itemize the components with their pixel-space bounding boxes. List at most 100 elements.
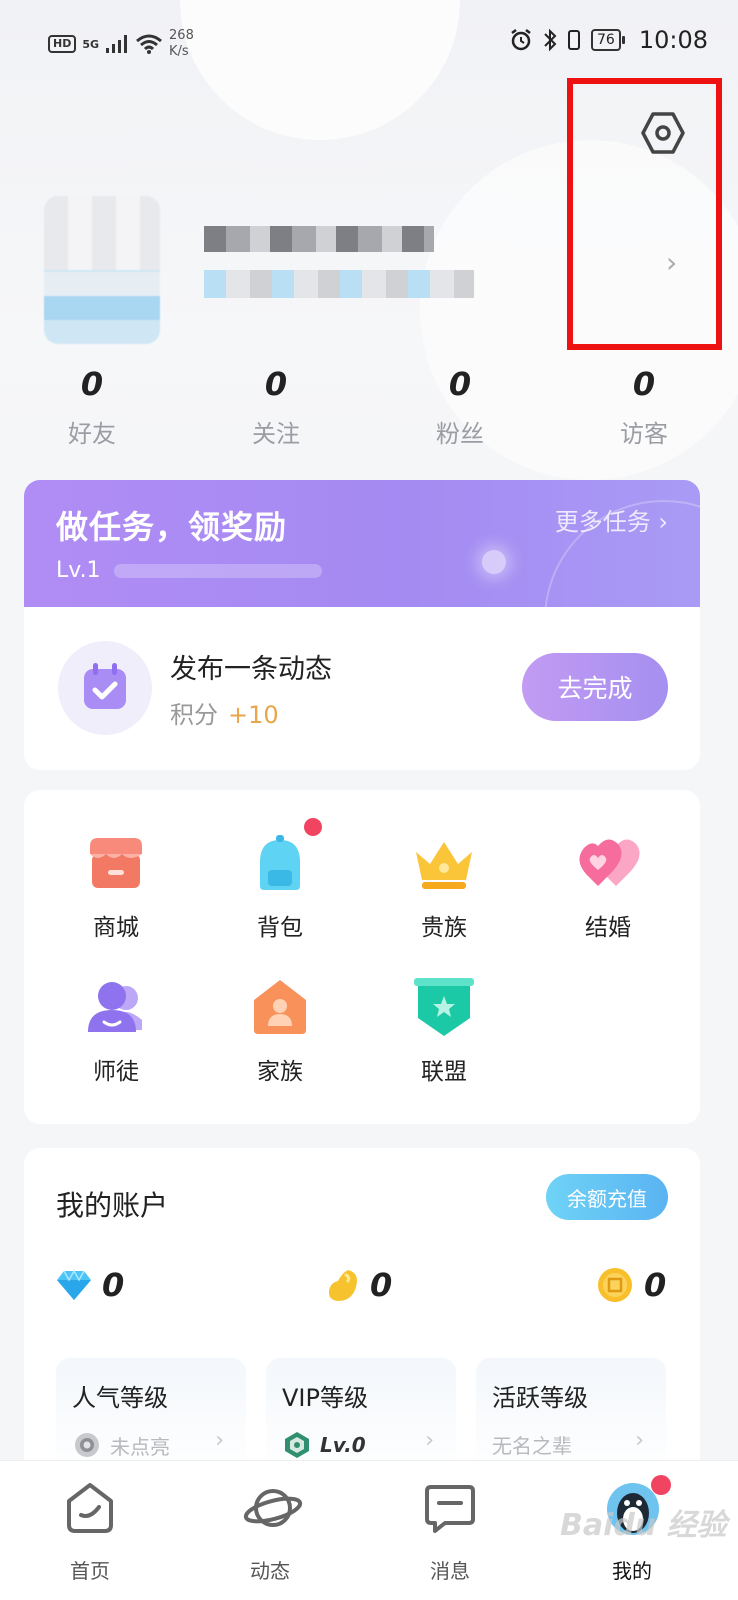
- diamond-count: 0: [102, 1266, 125, 1304]
- features-grid: 商城 背包 贵族 结婚 师徒 家族 联盟: [24, 790, 700, 1124]
- planet-icon: [243, 1489, 303, 1527]
- coin-balance[interactable]: 0: [596, 1266, 666, 1304]
- stat-value: 0: [448, 365, 472, 403]
- stat-visitors[interactable]: 0 访客: [552, 362, 736, 449]
- tab-home[interactable]: 首页: [30, 1481, 150, 1584]
- user-info-blurred[interactable]: [204, 270, 474, 298]
- points-value: +10: [228, 701, 279, 729]
- tab-label: 动态: [250, 1559, 290, 1583]
- task-points: 积分 +10: [170, 695, 279, 730]
- crown-icon: [416, 842, 472, 889]
- bean-balance[interactable]: 0: [326, 1266, 392, 1304]
- alliance-icon: [414, 978, 474, 1036]
- tab-label: 首页: [70, 1559, 110, 1583]
- task-item: 发布一条动态 积分 +10 去完成: [24, 607, 700, 770]
- signal-icon: [106, 35, 128, 53]
- feature-family[interactable]: 家族: [220, 976, 340, 1086]
- task-card-header: 做任务，领奖励 更多任务 › Lv.1: [24, 480, 700, 607]
- account-card: 我的账户 余额充值 0 0 0 人气等级 未点亮 › VIP等级 Lv.0 › …: [24, 1148, 700, 1478]
- stat-value: 0: [632, 365, 656, 403]
- calendar-icon: [84, 663, 126, 709]
- level-status: 未点亮: [110, 1434, 170, 1459]
- tab-feed[interactable]: 动态: [210, 1481, 330, 1584]
- tab-label: 消息: [430, 1559, 470, 1583]
- hearts-icon: [579, 839, 640, 886]
- points-label: 积分: [170, 701, 218, 729]
- feature-label: 商城: [93, 915, 139, 941]
- feature-shop[interactable]: 商城: [56, 832, 176, 942]
- bean-count: 0: [370, 1266, 393, 1304]
- net-speed-value: 268: [169, 28, 194, 43]
- more-tasks-link[interactable]: 更多任务 ›: [555, 502, 668, 537]
- level-label: Lv.1: [56, 558, 101, 583]
- task-name: 发布一条动态: [170, 654, 332, 685]
- highlight-box: [567, 78, 722, 350]
- message-icon: [425, 1485, 475, 1533]
- feature-backpack[interactable]: 背包: [220, 818, 340, 942]
- bean-icon: [328, 1270, 357, 1301]
- wifi-icon: [136, 34, 162, 54]
- go-complete-button[interactable]: 去完成: [522, 653, 668, 721]
- tab-messages[interactable]: 消息: [390, 1481, 510, 1584]
- feature-label: 贵族: [421, 915, 467, 941]
- coin-count: 0: [644, 1266, 667, 1304]
- task-card-title: 做任务，领奖励: [56, 508, 288, 546]
- feature-label: 家族: [257, 1059, 303, 1085]
- stat-fans[interactable]: 0 粉丝: [368, 362, 552, 449]
- level-title: 活跃等级: [492, 1384, 588, 1412]
- chevron-right-icon: ›: [215, 1428, 224, 1453]
- battery-indicator: 76: [591, 29, 625, 51]
- vip-badge-icon: [285, 1432, 309, 1458]
- vibrate-icon: [568, 30, 580, 50]
- diamond-balance[interactable]: 0: [56, 1266, 124, 1304]
- stat-value: 0: [264, 365, 288, 403]
- family-icon: [254, 980, 306, 1034]
- clock: 10:08: [638, 26, 708, 54]
- level-status: Lv.0: [320, 1433, 366, 1457]
- level-progress-bar: [114, 564, 322, 578]
- status-bar: HD 5G 268 K/s 76 10:08: [0, 0, 738, 86]
- account-title: 我的账户: [56, 1189, 169, 1222]
- alarm-icon: [511, 29, 531, 51]
- notification-dot: [304, 818, 322, 836]
- gear-badge-icon: [75, 1433, 99, 1457]
- bluetooth-icon: [544, 28, 557, 52]
- backpack-icon: [260, 835, 300, 890]
- watermark: Baidu 经验: [560, 1508, 727, 1543]
- feature-marriage[interactable]: 结婚: [548, 832, 668, 942]
- feature-label: 联盟: [421, 1059, 467, 1085]
- stat-following[interactable]: 0 关注: [184, 362, 368, 449]
- stat-label: 关注: [252, 420, 300, 448]
- level-status: 无名之辈: [492, 1434, 572, 1458]
- notification-dot: [651, 1475, 671, 1495]
- recharge-button[interactable]: 余额充值: [546, 1174, 668, 1220]
- chevron-right-icon: ›: [425, 1428, 434, 1453]
- home-icon: [67, 1483, 113, 1533]
- stat-label: 粉丝: [436, 420, 484, 448]
- task-card: 做任务，领奖励 更多任务 › Lv.1 发布一条动态 积分 +10 去完成: [24, 480, 700, 770]
- mentor-icon: [88, 982, 142, 1032]
- coin-icon: [598, 1268, 632, 1302]
- feature-label: 师徒: [93, 1059, 139, 1085]
- diamond-icon: [57, 1269, 91, 1300]
- stat-label: 访客: [620, 420, 668, 448]
- glow-decoration: [482, 550, 506, 574]
- level-title: 人气等级: [72, 1384, 168, 1412]
- username-blurred[interactable]: [204, 226, 434, 252]
- avatar[interactable]: [44, 196, 160, 344]
- shop-icon: [90, 838, 142, 888]
- signal-label: 5G: [82, 37, 100, 51]
- level-title: VIP等级: [282, 1384, 368, 1412]
- hd-badge: HD: [48, 35, 77, 53]
- feature-nobility[interactable]: 贵族: [384, 832, 504, 942]
- feature-label: 背包: [257, 915, 303, 941]
- feature-mentor[interactable]: 师徒: [56, 976, 176, 1086]
- stats-row: 0 好友 0 关注 0 粉丝 0 访客: [0, 362, 738, 449]
- stat-value: 0: [80, 365, 104, 403]
- feature-label: 结婚: [585, 915, 631, 941]
- feature-alliance[interactable]: 联盟: [384, 976, 504, 1086]
- net-speed-unit: K/s: [169, 44, 189, 59]
- calendar-icon-bubble: [58, 641, 152, 735]
- chevron-right-icon: ›: [635, 1428, 644, 1453]
- stat-friends[interactable]: 0 好友: [0, 362, 184, 449]
